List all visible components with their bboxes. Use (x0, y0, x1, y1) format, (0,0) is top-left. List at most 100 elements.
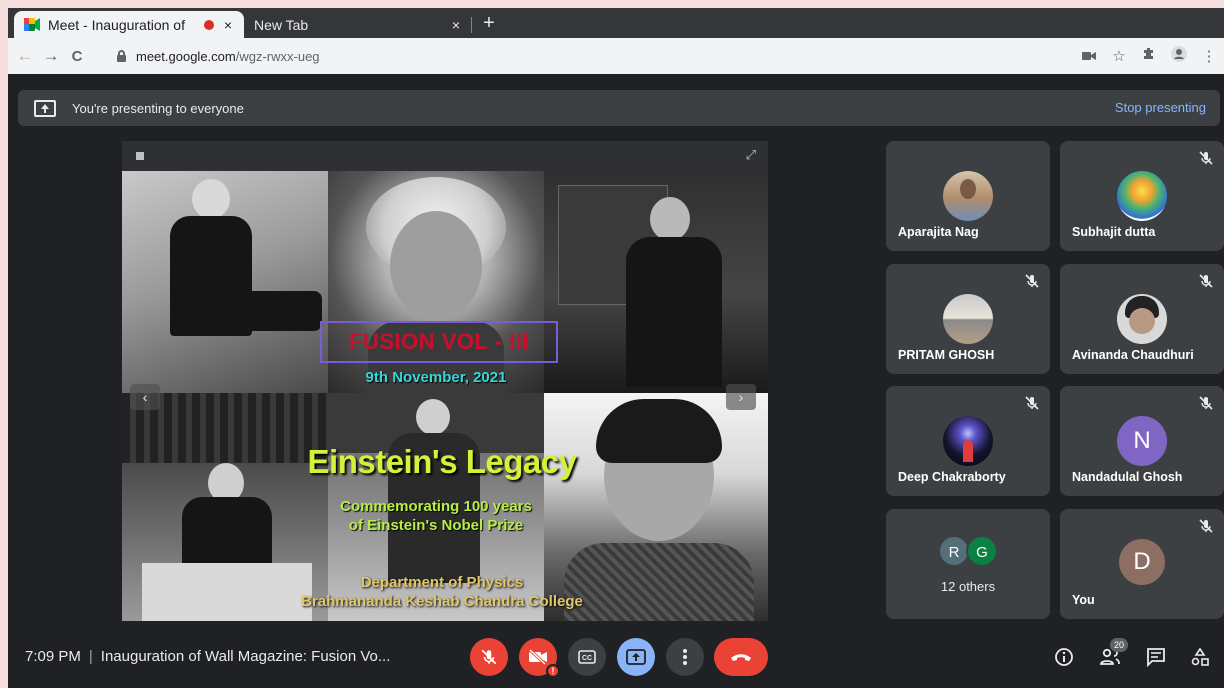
avatar: G (966, 535, 998, 567)
url-host: meet.google.com (136, 48, 236, 64)
tab-title: Meet - Inauguration of (48, 16, 185, 33)
recording-icon (203, 19, 214, 30)
participant-name: PRITAM GHOSH (898, 348, 995, 362)
presentation-stage: ⤢ FUSION VOL - III 9th November, 2021 Ei… (122, 141, 768, 621)
mic-off-icon (1199, 519, 1213, 533)
meeting-info: 7:09 PM | Inauguration of Wall Magazine: F… (25, 648, 390, 665)
slide-headline: Einstein's Legacy (307, 443, 577, 480)
participant-name: Aparajita Nag (898, 225, 979, 239)
participant-tile[interactable]: N Nandadulal Ghosh (1060, 386, 1224, 496)
participant-tile[interactable]: PRITAM GHOSH (886, 264, 1050, 374)
prev-slide-button[interactable]: ‹ (130, 384, 160, 410)
present-screen-icon (34, 99, 56, 117)
avatar (943, 416, 993, 466)
meeting-details-button[interactable] (1051, 644, 1077, 670)
pin-icon[interactable] (136, 152, 144, 160)
chat-icon (1147, 648, 1165, 667)
present-now-button[interactable] (617, 638, 655, 676)
alert-icon: ! (546, 664, 560, 678)
more-options-button[interactable] (666, 638, 704, 676)
avatar (943, 294, 993, 344)
mic-off-icon (1025, 274, 1039, 288)
participant-tile[interactable]: Aparajita Nag (886, 141, 1050, 251)
self-tile[interactable]: D You (1060, 509, 1224, 619)
info-icon (1055, 648, 1073, 666)
address-bar[interactable]: meet.google.com/wgz-rwxx-ueg (106, 42, 1086, 70)
others-tile[interactable]: R G 12 others (886, 509, 1050, 619)
avatar: N (1117, 416, 1167, 466)
tab-divider (471, 17, 472, 33)
tab-title: New Tab (254, 16, 309, 33)
participant-count-badge: 20 (1110, 638, 1128, 652)
extensions-icon[interactable] (1134, 47, 1164, 65)
close-icon[interactable]: × (450, 17, 462, 33)
tab-meet[interactable]: Meet - Inauguration of × (14, 11, 244, 38)
avatar: D (1119, 539, 1165, 585)
participant-name: Nandadulal Ghosh (1072, 470, 1183, 484)
next-slide-button[interactable]: › (726, 384, 756, 410)
avatar (1117, 294, 1167, 344)
camera-in-use-icon[interactable] (1074, 48, 1104, 65)
star-icon[interactable]: ☆ (1104, 47, 1134, 65)
fullscreen-icon[interactable]: ⤢ (746, 147, 756, 163)
close-icon[interactable]: × (222, 17, 234, 33)
lock-icon[interactable] (116, 50, 126, 62)
captions-button[interactable]: CC (568, 638, 606, 676)
more-vert-icon (683, 649, 687, 665)
url-path: /wgz-rwxx-ueg (235, 48, 320, 64)
more-vert-icon[interactable]: ⋮ (1194, 47, 1224, 65)
stop-presenting-button[interactable]: Stop presenting (1115, 100, 1206, 115)
info-separator: | (88, 648, 93, 665)
participant-name: You (1072, 593, 1095, 607)
participant-tile[interactable]: Avinanda Chaudhuri (1060, 264, 1224, 374)
back-button[interactable]: ← (12, 46, 38, 66)
subtitle-line: Commemorating 100 years (340, 498, 532, 515)
closed-captions-icon: CC (578, 650, 596, 664)
participant-tile[interactable]: Deep Chakraborty (886, 386, 1050, 496)
leave-call-button[interactable] (714, 638, 768, 676)
slide-subtitle: Commemorating 100 years of Einstein's No… (328, 497, 544, 535)
slide-date: 9th November, 2021 (365, 369, 507, 386)
participant-name: Deep Chakraborty (898, 470, 1006, 484)
mic-off-icon (1025, 396, 1039, 410)
forward-button[interactable]: → (38, 46, 64, 66)
tab-new[interactable]: New Tab × (244, 11, 472, 38)
svg-text:CC: CC (582, 655, 592, 662)
mic-off-icon (1199, 396, 1213, 410)
mic-off-icon (1199, 274, 1213, 288)
mic-off-icon (481, 649, 497, 665)
chat-button[interactable] (1143, 644, 1169, 670)
profile-icon[interactable] (1164, 46, 1194, 66)
others-count: 12 others (940, 579, 996, 594)
participant-tile[interactable]: Subhajit dutta (1060, 141, 1224, 251)
stage-header: ⤢ (122, 141, 768, 171)
camera-toggle-button[interactable]: ! (519, 638, 560, 678)
meeting-title: Inauguration of Wall Magazine: Fusion Vo… (100, 648, 391, 665)
slide-department: Department of Physics Brahmananda Keshab… (272, 573, 612, 611)
call-end-icon (731, 654, 751, 661)
activities-icon (1191, 647, 1209, 666)
mic-off-icon (1199, 151, 1213, 165)
avatar (943, 171, 993, 221)
subtitle-line: of Einstein's Nobel Prize (348, 517, 524, 534)
camera-off-icon (528, 649, 547, 665)
photo-young-einstein (122, 171, 328, 393)
meeting-controls-bar: 7:09 PM | Inauguration of Wall Magazine: F… (8, 630, 1224, 688)
presenting-text: You're presenting to everyone (72, 100, 244, 116)
meet-logo-icon (24, 18, 40, 31)
browser-toolbar: ← → C meet.google.com/wgz-rwxx-ueg ☆ ⋮ (8, 38, 1224, 74)
toolbar-actions: ☆ ⋮ (1074, 38, 1224, 74)
others-avatars: R G (938, 535, 998, 567)
reload-button[interactable]: C (64, 48, 90, 65)
mic-toggle-button[interactable] (470, 638, 508, 676)
presenting-banner: You're presenting to everyone Stop prese… (18, 90, 1220, 126)
activities-button[interactable] (1187, 644, 1213, 670)
slide-title: FUSION VOL - III (320, 321, 558, 363)
tab-strip: Meet - Inauguration of × New Tab × + (8, 8, 1224, 38)
new-tab-button[interactable]: + (478, 12, 500, 35)
browser-window: Meet - Inauguration of × New Tab × + ← →… (8, 8, 1224, 688)
department-line: Brahmananda Keshab Chandra College (301, 593, 583, 610)
present-screen-icon (626, 649, 646, 665)
department-line: Department of Physics (360, 574, 524, 591)
photo-einstein-blackboard (544, 171, 768, 393)
